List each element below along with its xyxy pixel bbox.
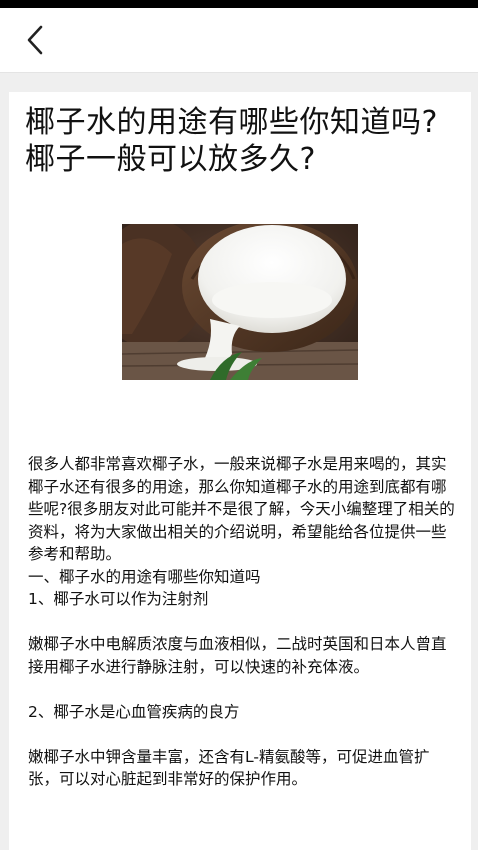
item-paragraph: 嫩椰子水中钾含量丰富，还含有L-精氨酸等，可促进血管扩张，可以对心脏起到非常好的… bbox=[28, 747, 430, 789]
item-paragraph: 嫩椰子水中电解质浓度与血液相似，二战时英国和日本人曾直接用椰子水进行静脉注射，可… bbox=[28, 635, 447, 676]
article-body: 很多人都非常喜欢椰子水，一般来说椰子水是用来喝的，其实椰子水还有很多的用途，那么… bbox=[28, 453, 458, 791]
chevron-left-icon bbox=[27, 25, 43, 55]
item-heading: 1、椰子水可以作为注射剂 bbox=[28, 590, 209, 608]
back-button[interactable] bbox=[18, 22, 54, 58]
section-heading: 一、椰子水的用途有哪些你知道吗 bbox=[28, 567, 261, 586]
item-heading: 2、椰子水是心血管疾病的良方 bbox=[28, 702, 240, 721]
top-nav-bar bbox=[0, 8, 478, 73]
status-bar bbox=[0, 0, 478, 8]
article-title: 椰子水的用途有哪些你知道吗?椰子一般可以放多久? bbox=[25, 105, 438, 177]
intro-paragraph: 很多人都非常喜欢椰子水，一般来说椰子水是用来喝的，其实椰子水还有很多的用途，那么… bbox=[28, 455, 455, 563]
coconut-image bbox=[122, 224, 358, 380]
article-card: 椰子水的用途有哪些你知道吗?椰子一般可以放多久? 很多人都非常喜欢椰子水，一般来… bbox=[9, 92, 471, 850]
